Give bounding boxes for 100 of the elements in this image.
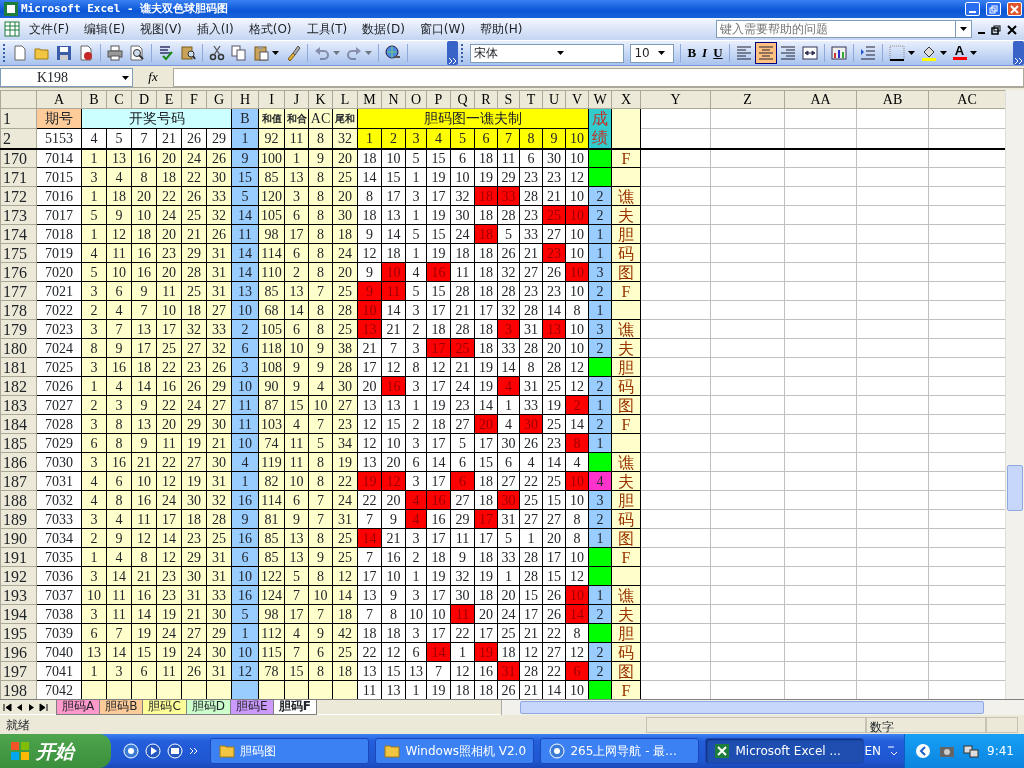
column-header[interactable]: C bbox=[106, 90, 132, 109]
save-icon[interactable] bbox=[56, 45, 72, 61]
caret-icon[interactable] bbox=[122, 76, 129, 81]
scrollbar-thumb[interactable] bbox=[520, 701, 984, 714]
spelling-icon[interactable] bbox=[158, 45, 174, 61]
indent-icon[interactable] bbox=[859, 45, 876, 61]
toolbar-options-button[interactable] bbox=[447, 41, 459, 65]
column-header[interactable]: M bbox=[357, 90, 382, 109]
column-header[interactable]: Q bbox=[450, 90, 475, 109]
column-header[interactable]: P bbox=[426, 90, 451, 109]
menu-item[interactable]: 帮助(H) bbox=[474, 19, 529, 39]
taskbar-button[interactable]: Windows照相机 V2.0 bbox=[375, 738, 535, 764]
dropdown-caret-icon[interactable] bbox=[960, 27, 967, 31]
name-box[interactable]: K198 bbox=[0, 67, 133, 87]
menu-item[interactable]: 文件(F) bbox=[23, 19, 76, 39]
menu-item[interactable]: 视图(V) bbox=[134, 19, 188, 39]
column-header[interactable]: B bbox=[81, 90, 107, 109]
toolbar-toggle-icon[interactable] bbox=[887, 744, 899, 758]
start-button[interactable]: 开始 bbox=[0, 734, 112, 768]
column-header[interactable]: T bbox=[519, 90, 543, 109]
cut-icon[interactable] bbox=[209, 45, 225, 61]
menu-item[interactable]: 数据(D) bbox=[356, 19, 411, 39]
taskbar-button[interactable]: 胆码图 bbox=[210, 738, 370, 764]
font-size-dropdown[interactable]: 10 bbox=[630, 43, 675, 63]
globe-link-icon[interactable] bbox=[385, 45, 401, 61]
sheet-tab[interactable]: 胆码F bbox=[272, 700, 317, 715]
new-document-icon[interactable] bbox=[12, 45, 28, 61]
row-header[interactable]: 1 bbox=[0, 108, 37, 129]
column-header[interactable]: W bbox=[588, 90, 612, 109]
column-header[interactable]: Z bbox=[710, 90, 785, 109]
sheet-tab[interactable]: 胆码B bbox=[99, 700, 144, 715]
caret-icon[interactable] bbox=[939, 51, 947, 55]
column-header[interactable]: AA bbox=[784, 90, 857, 109]
last-sheet-icon[interactable] bbox=[39, 703, 48, 712]
copy-icon[interactable] bbox=[231, 45, 247, 61]
formula-field[interactable] bbox=[173, 67, 1024, 87]
column-header[interactable]: J bbox=[284, 90, 309, 109]
column-header[interactable]: Y bbox=[640, 90, 711, 109]
minimize-icon[interactable] bbox=[978, 31, 985, 34]
caret-icon[interactable] bbox=[969, 51, 977, 55]
close-button[interactable] bbox=[1007, 2, 1022, 16]
sheet-tab[interactable]: 胆码C bbox=[142, 700, 187, 715]
chevron-icon[interactable] bbox=[189, 747, 199, 755]
chevron-left-icon[interactable] bbox=[915, 743, 932, 759]
column-header[interactable]: N bbox=[381, 90, 406, 109]
column-header[interactable]: R bbox=[474, 90, 498, 109]
column-header[interactable]: K bbox=[308, 90, 333, 109]
column-header[interactable]: E bbox=[156, 90, 182, 109]
next-sheet-icon[interactable] bbox=[27, 703, 36, 712]
network-icon[interactable] bbox=[963, 743, 980, 759]
menu-item[interactable]: 工具(T) bbox=[300, 19, 354, 39]
close-icon[interactable] bbox=[1007, 24, 1017, 35]
column-header[interactable]: F bbox=[181, 90, 207, 109]
column-header[interactable]: AC bbox=[928, 90, 1006, 109]
font-name-dropdown[interactable]: 宋体 bbox=[470, 43, 625, 63]
document-lock-icon[interactable] bbox=[78, 45, 94, 61]
research-icon[interactable] bbox=[180, 45, 196, 61]
sheet-tab[interactable]: 胆码A bbox=[56, 700, 101, 715]
column-header[interactable]: V bbox=[565, 90, 589, 109]
first-sheet-icon[interactable] bbox=[3, 703, 12, 712]
spreadsheet-icon[interactable] bbox=[4, 21, 20, 37]
column-header[interactable]: O bbox=[405, 90, 427, 109]
menu-item[interactable]: 格式(O) bbox=[242, 19, 298, 39]
bold-button[interactable]: B bbox=[684, 42, 700, 64]
restore-icon[interactable] bbox=[991, 24, 1001, 35]
column-header[interactable]: A bbox=[36, 90, 82, 109]
borders-icon[interactable] bbox=[888, 45, 905, 61]
desktop-icon[interactable] bbox=[167, 743, 184, 759]
fill-bucket-icon[interactable] bbox=[920, 45, 937, 61]
chart-icon[interactable] bbox=[830, 45, 847, 61]
vertical-scrollbar[interactable] bbox=[1005, 90, 1024, 699]
caret-icon[interactable] bbox=[907, 51, 915, 55]
sheet-tab[interactable]: 胆码E bbox=[230, 700, 274, 715]
media-player-icon[interactable] bbox=[145, 743, 162, 759]
help-search-field[interactable]: 键入需要帮助的问题 bbox=[716, 20, 956, 38]
align-center-button[interactable] bbox=[754, 42, 777, 64]
font-color-button[interactable]: A bbox=[949, 42, 970, 64]
column-header[interactable]: G bbox=[206, 90, 232, 109]
taskbar-button[interactable]: 265上网导航 - 最... bbox=[540, 738, 700, 764]
caret-icon[interactable] bbox=[557, 51, 565, 55]
print-preview-icon[interactable] bbox=[129, 45, 145, 61]
language-indicator[interactable]: EN bbox=[864, 742, 882, 760]
previous-sheet-icon[interactable] bbox=[15, 703, 24, 712]
column-header[interactable]: L bbox=[332, 90, 358, 109]
column-header[interactable]: AB bbox=[856, 90, 929, 109]
insert-function-button[interactable]: fx bbox=[133, 67, 173, 87]
italic-button[interactable]: I bbox=[699, 42, 711, 64]
column-header[interactable]: D bbox=[131, 90, 157, 109]
paste-icon[interactable] bbox=[253, 45, 269, 61]
caret-icon[interactable] bbox=[658, 51, 666, 55]
sheet-tab[interactable]: 胆码D bbox=[185, 700, 232, 715]
scrollbar-thumb[interactable] bbox=[1007, 465, 1023, 511]
menu-item[interactable]: 插入(I) bbox=[190, 19, 240, 39]
menu-item[interactable]: 编辑(E) bbox=[78, 19, 132, 39]
horizontal-scrollbar[interactable] bbox=[501, 700, 1024, 715]
restore-button[interactable] bbox=[986, 2, 1001, 16]
print-icon[interactable] bbox=[107, 45, 123, 61]
column-header[interactable]: X bbox=[611, 90, 641, 109]
merge-center-icon[interactable] bbox=[801, 45, 818, 61]
menu-item[interactable]: 窗口(W) bbox=[413, 19, 472, 39]
